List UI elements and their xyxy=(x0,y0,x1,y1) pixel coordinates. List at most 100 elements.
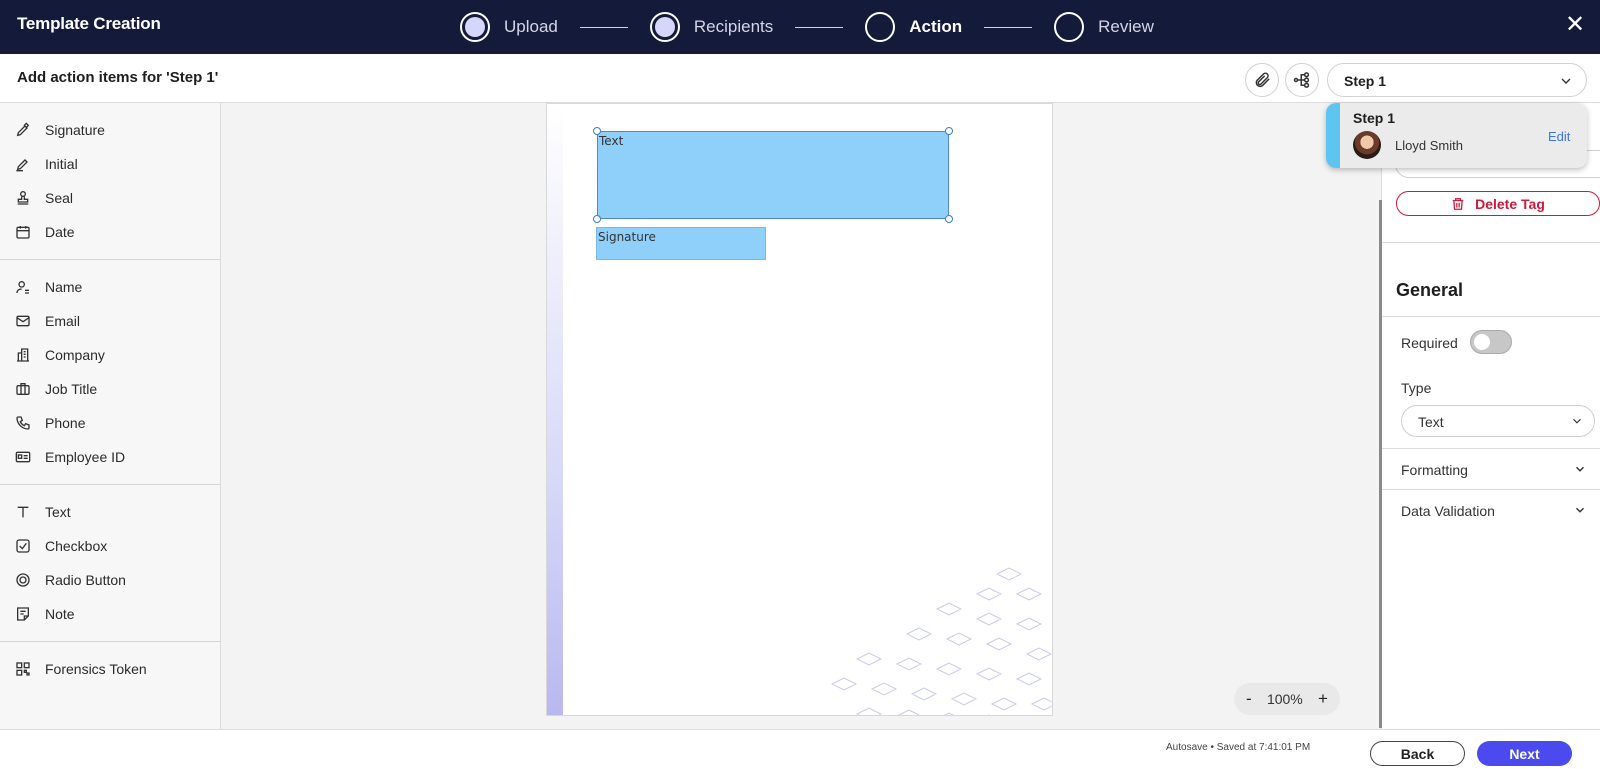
step-recipients[interactable]: Recipients xyxy=(649,12,774,42)
tool-note[interactable]: Note xyxy=(0,597,220,631)
tool-forensics-token[interactable]: Forensics Token xyxy=(0,652,220,686)
action-header: Add action items for 'Step 1' Step 1 xyxy=(0,54,1600,103)
stamp-icon xyxy=(14,189,32,207)
workflow-button[interactable] xyxy=(1285,63,1319,97)
resize-handle-top-right[interactable] xyxy=(945,127,953,135)
type-label: Type xyxy=(1401,380,1432,396)
chevron-down-icon xyxy=(1573,418,1581,424)
note-icon xyxy=(14,605,32,623)
paperclip-icon xyxy=(1255,72,1270,88)
input-tools: Text Checkbox Radio Button Note xyxy=(0,485,220,642)
workflow-icon xyxy=(1293,72,1310,88)
resize-handle-bottom-right[interactable] xyxy=(945,215,953,223)
required-toggle[interactable] xyxy=(1470,330,1512,354)
edit-recipient-link[interactable]: Edit xyxy=(1548,129,1570,144)
resize-handle-bottom-left[interactable] xyxy=(593,215,601,223)
radio-icon xyxy=(14,571,32,589)
step-select[interactable]: Step 1 xyxy=(1327,63,1587,97)
signature-field-tag[interactable]: Signature xyxy=(596,227,766,260)
step-label: Review xyxy=(1098,17,1154,36)
tool-seal[interactable]: Seal xyxy=(0,181,220,215)
step-action[interactable]: Action xyxy=(865,12,962,42)
field-label: Signature xyxy=(598,230,656,244)
text-field-tag[interactable]: Text xyxy=(597,131,949,219)
tool-email[interactable]: Email xyxy=(0,304,220,338)
page-side-stripe xyxy=(547,104,563,715)
phone-icon xyxy=(14,414,32,432)
delete-tag-button[interactable]: Delete Tag xyxy=(1396,191,1600,216)
resize-handle-top-left[interactable] xyxy=(593,127,601,135)
checkbox-icon xyxy=(14,537,32,555)
formatting-accordion[interactable]: Formatting xyxy=(1401,462,1595,478)
tool-text[interactable]: Text xyxy=(0,495,220,529)
page-title: Add action items for 'Step 1' xyxy=(17,69,219,86)
step-complete-icon xyxy=(460,12,490,42)
tool-label: Phone xyxy=(45,415,86,431)
tool-company[interactable]: Company xyxy=(0,338,220,372)
tool-job-title[interactable]: Job Title xyxy=(0,372,220,406)
trash-icon xyxy=(1452,197,1464,210)
field-toolbox: Signature Initial Seal Date Name Email C… xyxy=(0,103,221,729)
pen-nib-icon xyxy=(14,121,32,139)
tool-phone[interactable]: Phone xyxy=(0,406,220,440)
data-validation-accordion[interactable]: Data Validation xyxy=(1401,503,1595,519)
type-select-value: Text xyxy=(1418,414,1444,430)
general-section-title: General xyxy=(1396,280,1464,300)
delete-tag-label: Delete Tag xyxy=(1475,195,1545,212)
tool-label: Employee ID xyxy=(45,449,126,465)
toggle-knob xyxy=(1474,334,1490,350)
autosave-status: Autosave • Saved at 7:41:01 PM xyxy=(1166,742,1311,753)
tool-label: Radio Button xyxy=(45,572,126,588)
tool-label: Signature xyxy=(45,122,105,138)
attachment-button[interactable] xyxy=(1245,63,1279,97)
tool-label: Initial xyxy=(45,156,78,172)
footer-bar: Autosave • Saved at 7:41:01 PM Back Next xyxy=(0,729,1600,769)
type-select[interactable]: Text xyxy=(1401,405,1595,437)
back-button[interactable]: Back xyxy=(1370,741,1465,766)
tool-label: Note xyxy=(45,606,75,622)
step-color-accent xyxy=(1326,103,1340,168)
divider xyxy=(1382,489,1600,490)
app-title: Template Creation xyxy=(17,14,161,33)
tool-label: Company xyxy=(45,347,105,363)
step-connector xyxy=(795,26,844,28)
tool-label: Email xyxy=(45,313,81,329)
step-label: Action xyxy=(909,17,963,36)
chevron-down-icon xyxy=(1576,466,1584,472)
required-label: Required xyxy=(1401,335,1458,351)
identity-tools: Name Email Company Job Title Phone Emplo… xyxy=(0,260,220,485)
envelope-icon xyxy=(14,312,32,330)
building-icon xyxy=(14,346,32,364)
divider xyxy=(1382,448,1600,449)
top-bar: Template Creation Upload Recipients Acti… xyxy=(0,0,1600,54)
tool-initial[interactable]: Initial xyxy=(0,147,220,181)
qr-token-icon xyxy=(14,660,32,678)
chevron-down-icon xyxy=(1561,78,1571,84)
tool-label: Seal xyxy=(45,190,74,206)
avatar xyxy=(1353,131,1381,159)
tool-signature[interactable]: Signature xyxy=(0,113,220,147)
step-current-icon xyxy=(865,12,896,42)
tool-date[interactable]: Date xyxy=(0,215,220,249)
recipient-name: Lloyd Smith xyxy=(1395,138,1463,153)
tool-checkbox[interactable]: Checkbox xyxy=(0,529,220,563)
zoom-out-button[interactable]: - xyxy=(1246,689,1252,709)
close-icon[interactable]: ✕ xyxy=(1565,13,1585,37)
step-upload[interactable]: Upload xyxy=(460,12,558,42)
properties-scrollbar[interactable] xyxy=(1379,200,1382,728)
tool-label: Forensics Token xyxy=(45,661,147,677)
divider xyxy=(1382,242,1600,243)
zoom-in-button[interactable]: + xyxy=(1318,689,1328,709)
step-review[interactable]: Review xyxy=(1054,12,1154,42)
tool-label: Job Title xyxy=(45,381,98,397)
tool-label: Checkbox xyxy=(45,538,108,554)
step-label: Recipients xyxy=(693,17,774,36)
next-button[interactable]: Next xyxy=(1477,741,1572,766)
document-page[interactable]: Text Signature xyxy=(546,103,1053,716)
step-label: Upload xyxy=(504,17,558,36)
tool-radio-button[interactable]: Radio Button xyxy=(0,563,220,597)
tool-employee-id[interactable]: Employee ID xyxy=(0,440,220,474)
tool-name[interactable]: Name xyxy=(0,270,220,304)
zoom-level: 100% xyxy=(1266,691,1303,707)
step-connector xyxy=(984,26,1033,28)
